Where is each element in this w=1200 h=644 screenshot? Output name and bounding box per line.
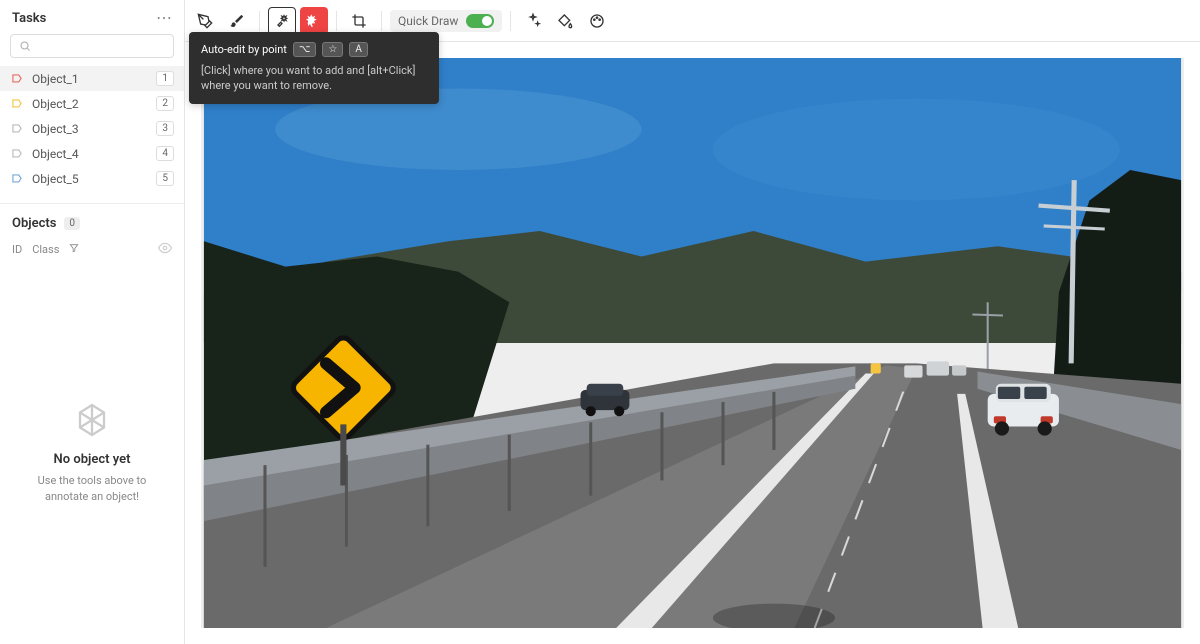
task-badge: 5 bbox=[156, 171, 174, 186]
task-item[interactable]: Object_3 3 bbox=[0, 116, 184, 141]
task-item[interactable]: Object_4 4 bbox=[0, 141, 184, 166]
polygon-icon bbox=[10, 147, 26, 161]
objects-columns: ID Class bbox=[0, 237, 184, 262]
toolbar-separator bbox=[336, 11, 337, 31]
empty-icon bbox=[74, 402, 110, 442]
tool-tooltip: Auto-edit by point ⌥ ☆ A [Click] where y… bbox=[189, 32, 439, 104]
search-input[interactable] bbox=[10, 34, 174, 58]
main: Quick Draw Auto-edit by point ⌥ ☆ A [Cli… bbox=[185, 0, 1200, 644]
toolbar-separator bbox=[381, 11, 382, 31]
brush-tool-button[interactable] bbox=[223, 7, 251, 35]
tooltip-body: [Click] where you want to add and [alt+C… bbox=[201, 63, 427, 94]
empty-title: No object yet bbox=[54, 452, 131, 467]
objects-count-badge: 0 bbox=[64, 217, 80, 230]
task-label: Object_2 bbox=[32, 97, 156, 111]
tooltip-title: Auto-edit by point bbox=[201, 43, 287, 56]
sparkle-tool-button[interactable] bbox=[519, 7, 547, 35]
polygon-icon bbox=[10, 97, 26, 111]
col-id: ID bbox=[12, 243, 22, 256]
task-badge: 2 bbox=[156, 96, 174, 111]
auto-edit-tool-button[interactable] bbox=[300, 7, 328, 35]
toolbar-separator bbox=[510, 11, 511, 31]
empty-state: No object yet Use the tools above to ann… bbox=[0, 262, 184, 644]
tasks-title: Tasks bbox=[12, 11, 46, 26]
task-item[interactable]: Object_5 5 bbox=[0, 166, 184, 191]
task-label: Object_4 bbox=[32, 147, 156, 161]
empty-subtitle: Use the tools above to annotate an objec… bbox=[27, 473, 157, 504]
eye-icon[interactable] bbox=[158, 241, 172, 258]
task-badge: 1 bbox=[156, 71, 174, 86]
quick-draw-toggle[interactable]: Quick Draw bbox=[390, 10, 502, 32]
toggle-on-icon bbox=[466, 14, 494, 28]
search-icon bbox=[19, 40, 31, 52]
task-label: Object_3 bbox=[32, 122, 156, 136]
palette-tool-button[interactable] bbox=[583, 7, 611, 35]
task-label: Object_5 bbox=[32, 172, 156, 186]
col-class: Class bbox=[32, 243, 59, 256]
magic-wand-tool-button[interactable] bbox=[268, 7, 296, 35]
canvas-image bbox=[201, 58, 1184, 628]
task-badge: 4 bbox=[156, 146, 174, 161]
pen-tool-button[interactable] bbox=[191, 7, 219, 35]
toolbar-separator bbox=[259, 11, 260, 31]
polygon-icon bbox=[10, 172, 26, 186]
task-list: Object_1 1 Object_2 2 Object_3 3 Object_… bbox=[0, 66, 184, 191]
quick-draw-label: Quick Draw bbox=[398, 14, 458, 28]
sidebar: Tasks ⋯ Object_1 1 Object_2 2 Object_3 3 bbox=[0, 0, 185, 644]
bucket-tool-button[interactable] bbox=[551, 7, 579, 35]
kbd-key: ⌥ bbox=[293, 42, 317, 57]
task-item[interactable]: Object_1 1 bbox=[0, 66, 184, 91]
polygon-icon bbox=[10, 72, 26, 86]
objects-title: Objects bbox=[12, 216, 56, 231]
tasks-more-icon[interactable]: ⋯ bbox=[156, 10, 172, 26]
kbd-key: ☆ bbox=[322, 42, 343, 57]
task-badge: 3 bbox=[156, 121, 174, 136]
kbd-key: A bbox=[349, 42, 368, 57]
filter-icon[interactable] bbox=[69, 243, 79, 256]
task-item[interactable]: Object_2 2 bbox=[0, 91, 184, 116]
polygon-icon bbox=[10, 122, 26, 136]
crop-tool-button[interactable] bbox=[345, 7, 373, 35]
canvas-area[interactable] bbox=[185, 42, 1200, 644]
task-label: Object_1 bbox=[32, 72, 156, 86]
